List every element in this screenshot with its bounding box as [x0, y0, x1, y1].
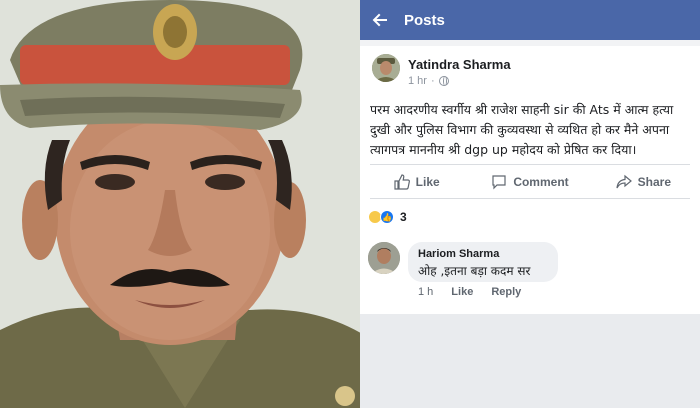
- post-author[interactable]: Yatindra Sharma: [408, 57, 511, 72]
- like-reaction-icon: 👍: [380, 210, 394, 224]
- share-button[interactable]: Share: [587, 166, 700, 198]
- like-label: Like: [415, 175, 440, 189]
- share-icon: [616, 174, 632, 189]
- divider: [370, 164, 690, 165]
- comment-reply-link[interactable]: Reply: [491, 286, 521, 298]
- feed-background: [360, 314, 700, 408]
- back-arrow-icon[interactable]: [362, 0, 398, 40]
- comment-text: ओह ,इतना बड़ा कदम सर: [418, 264, 531, 278]
- globe-icon: [438, 76, 449, 86]
- top-bar: Posts: [360, 0, 700, 40]
- comment-like-link[interactable]: Like: [451, 286, 473, 298]
- comment-button[interactable]: Comment: [473, 166, 586, 198]
- divider: [370, 198, 690, 199]
- post-meta: 1 hr ·: [408, 75, 449, 87]
- commenter-avatar[interactable]: [368, 242, 400, 274]
- like-button[interactable]: Like: [360, 166, 473, 198]
- comment-icon: [492, 175, 506, 190]
- officer-photo: [0, 0, 372, 408]
- reaction-count: 3: [400, 210, 407, 224]
- post-line: परम आदरणीय स्वर्गीय श्री राजेश साहनी sir…: [370, 102, 674, 117]
- comment-label: Comment: [513, 175, 569, 189]
- post-actions: Like Comment Share: [360, 166, 700, 198]
- like-icon: [394, 174, 410, 190]
- post-time[interactable]: 1 hr: [408, 75, 427, 87]
- avatar[interactable]: [372, 54, 400, 82]
- comment-time: 1 h: [418, 286, 434, 298]
- officer-portrait-illustration: [0, 0, 372, 408]
- post-line: दुखी और पुलिस विभाग की कुव्यवस्था से व्य…: [370, 122, 670, 137]
- post-card: Yatindra Sharma 1 hr · परम आदरणीय स्वर्ग…: [360, 46, 700, 314]
- reactions-summary[interactable]: 👍 3: [368, 210, 407, 224]
- commenter-name[interactable]: Hariom Sharma: [418, 248, 548, 260]
- post-line: त्यागपत्र माननीय श्री dgp up महोदय को प्…: [370, 142, 637, 157]
- page-title: Posts: [404, 11, 445, 29]
- share-label: Share: [637, 175, 671, 189]
- comment-meta: 1 h Like Reply: [418, 286, 521, 298]
- facebook-post-screen: Posts Yatindra Sharma 1 hr · परम आदरणीय …: [360, 0, 700, 408]
- comment-bubble: Hariom Sharma ओह ,इतना बड़ा कदम सर: [408, 242, 558, 282]
- post-text: परम आदरणीय स्वर्गीय श्री राजेश साहनी sir…: [370, 100, 700, 160]
